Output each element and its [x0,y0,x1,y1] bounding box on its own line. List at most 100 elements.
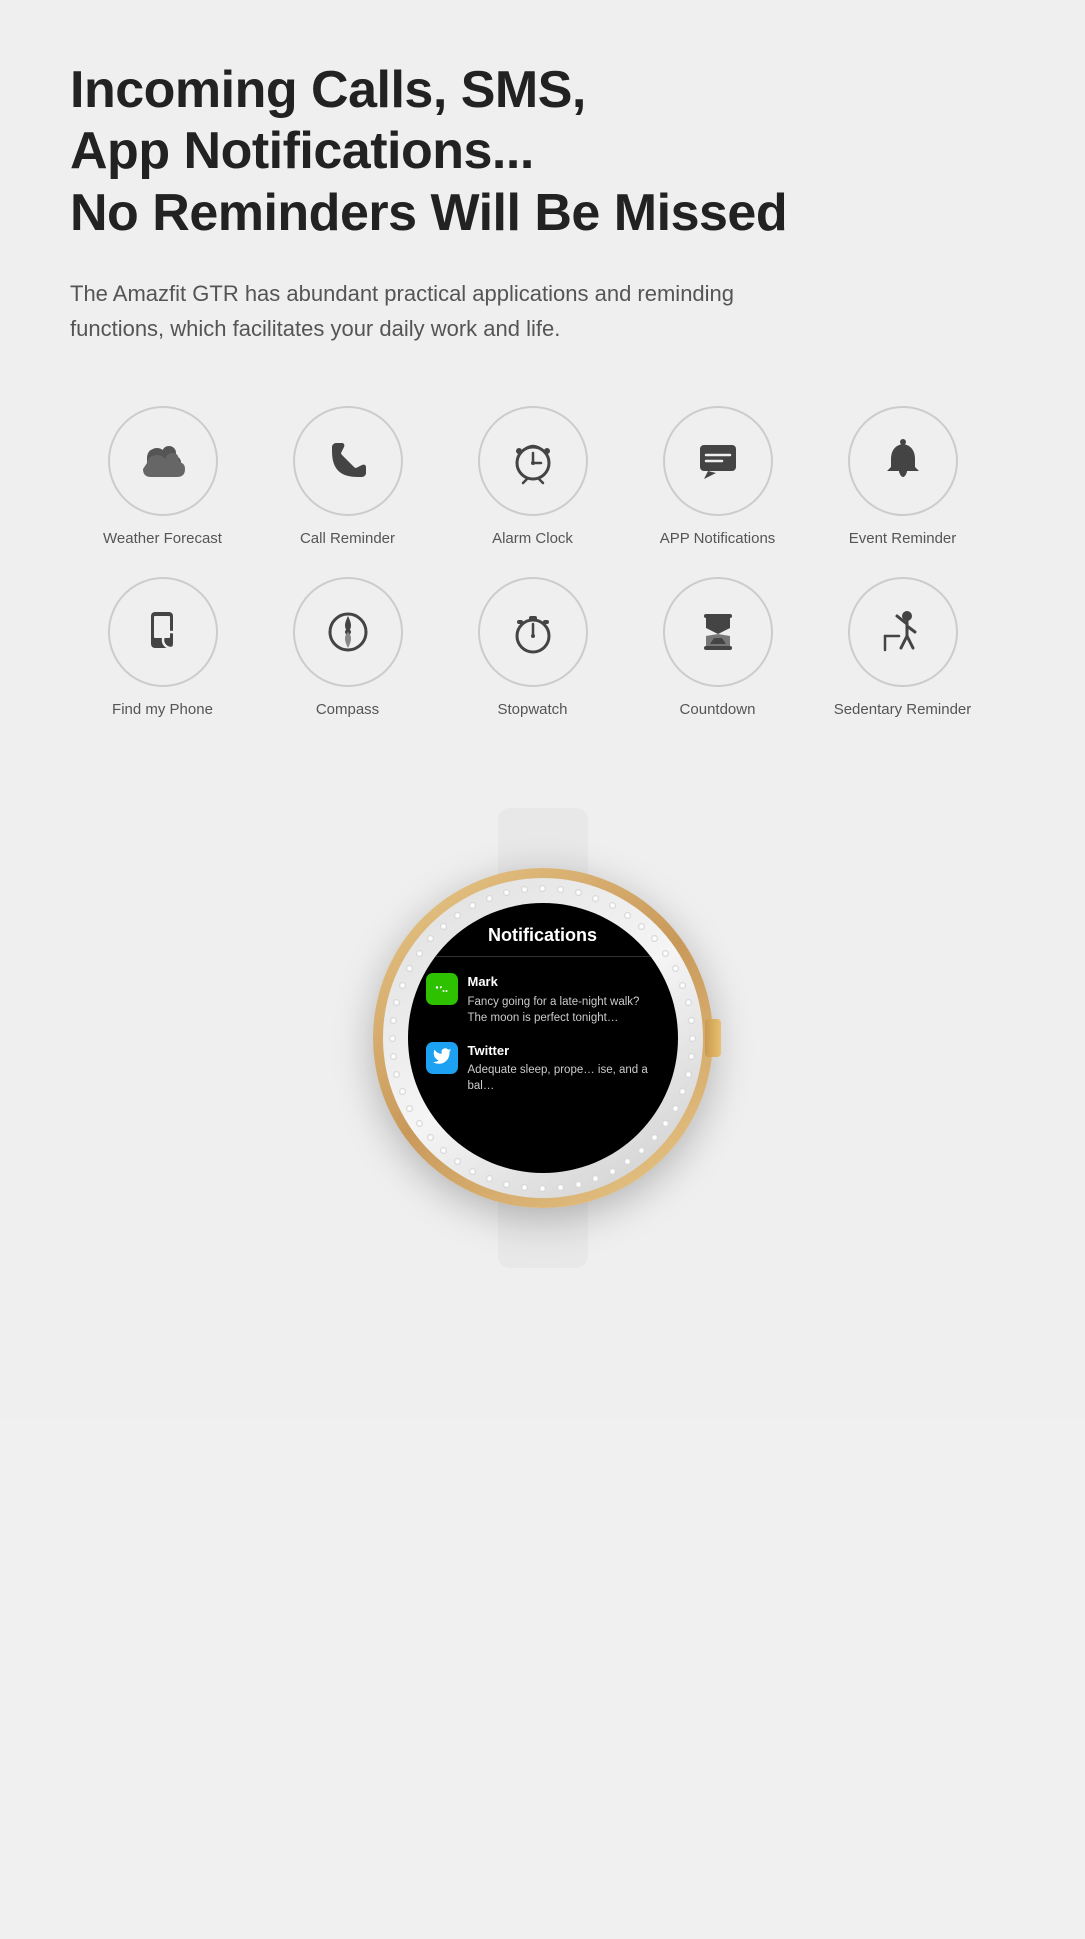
feature-grid: Weather Forecast Call Reminder [70,406,1015,748]
bezel-diamond-dot [688,1053,695,1060]
bezel-diamond-dot [406,1105,413,1112]
bezel-diamond-dot [469,902,476,909]
alarm-clock-circle [478,406,588,516]
bezel-diamond-dot [651,935,658,942]
bezel-diamond-dot [651,1134,658,1141]
feature-find-my-phone: Find my Phone [70,577,255,718]
headline-line2: App Notifications... [70,122,534,180]
bezel-diamond-dot [662,950,669,957]
bezel-diamond-dot [539,885,546,892]
bezel-diamond-dot [427,1134,434,1141]
notification-icon [692,435,744,487]
feature-stopwatch: Stopwatch [440,577,625,718]
bezel-diamond-dot [469,1168,476,1175]
bezel-diamond-dot [685,999,692,1006]
bezel-diamond-dot [624,912,631,919]
feature-app-notifications: APP Notifications [625,406,810,547]
bezel-diamond-dot [679,1088,686,1095]
bezel-diamond-dot [390,1017,397,1024]
bezel-diamond-dot [416,1120,423,1127]
wechat-app-icon [426,973,458,1005]
alarm-icon [507,435,559,487]
sedentary-reminder-label: Sedentary Reminder [834,701,972,718]
event-icon [877,435,929,487]
notification-sender-2: Twitter [468,1042,660,1060]
page: Incoming Calls, SMS, App Notifications..… [0,0,1085,1418]
bezel-diamond-dot [638,923,645,930]
notification-item-2: Twitter Adequate sleep, prope… ise, and … [408,1034,678,1102]
watch-section: Notifications [70,808,1015,1338]
bezel-diamond-dot [393,999,400,1006]
weather-forecast-label: Weather Forecast [103,530,222,547]
bezel-diamond-dot [521,1184,528,1191]
twitter-app-icon [426,1042,458,1074]
headline-line1: Incoming Calls, SMS, [70,61,586,119]
bezel-diamond-dot [393,1071,400,1078]
icon-row-1: Weather Forecast Call Reminder [70,406,1015,547]
headline: Incoming Calls, SMS, App Notifications..… [70,60,1015,244]
watch-bezel: Notifications [383,878,703,1198]
bezel-diamond-dot [399,1088,406,1095]
weather-forecast-circle [108,406,218,516]
sedentary-icon [877,606,929,658]
bezel-diamond-dot [624,1158,631,1165]
notification-message-2: Adequate sleep, prope… ise, and a bal… [468,1062,660,1094]
bezel-diamond-dot [486,1175,493,1182]
bezel-diamond-dot [389,1035,396,1042]
find-my-phone-label: Find my Phone [112,701,213,718]
bezel-diamond-dot [503,1181,510,1188]
event-reminder-label: Event Reminder [849,530,957,547]
feature-compass: Compass [255,577,440,718]
bezel-diamond-dot [406,965,413,972]
icon-row-2: Find my Phone Compass [70,577,1015,718]
bezel-diamond-dot [685,1071,692,1078]
bezel-diamond-dot [662,1120,669,1127]
compass-label: Compass [316,701,379,718]
bezel-diamond-dot [557,886,564,893]
twitter-icon-svg [432,1048,452,1068]
bezel-diamond-dot [638,1147,645,1154]
bezel-diamond-dot [539,1185,546,1192]
call-reminder-label: Call Reminder [300,530,395,547]
bezel-diamond-dot [427,935,434,942]
call-icon [322,435,374,487]
stopwatch-label: Stopwatch [497,701,567,718]
compass-icon [322,606,374,658]
notification-item-1: Mark Fancy going for a late-night walk? … [408,965,678,1033]
watch-case: Notifications [373,868,713,1208]
bezel-diamond-dot [454,912,461,919]
notification-message-1: Fancy going for a late-night walk? The m… [468,994,660,1026]
bezel-diamond-dot [672,1105,679,1112]
notification-content-2: Twitter Adequate sleep, prope… ise, and … [468,1042,660,1094]
feature-countdown: Countdown [625,577,810,718]
bezel-diamond-dot [575,889,582,896]
stopwatch-icon [507,606,559,658]
call-reminder-circle [293,406,403,516]
bezel-diamond-dot [390,1053,397,1060]
watch-device: Notifications [333,808,753,1338]
app-notifications-circle [663,406,773,516]
bezel-diamond-dot [688,1017,695,1024]
countdown-circle [663,577,773,687]
bezel-diamond-dot [609,902,616,909]
bezel-diamond-dot [609,1168,616,1175]
bezel-diamond-dot [592,895,599,902]
bezel-diamond-dot [672,965,679,972]
watch-screen: Notifications [408,903,678,1173]
alarm-clock-label: Alarm Clock [492,530,573,547]
feature-weather-forecast: Weather Forecast [70,406,255,547]
findphone-icon [137,606,189,658]
subtitle-text: The Amazfit GTR has abundant practical a… [70,276,750,346]
stopwatch-circle [478,577,588,687]
countdown-label: Countdown [680,701,756,718]
sedentary-reminder-circle [848,577,958,687]
bezel-diamond-dot [440,923,447,930]
feature-call-reminder: Call Reminder [255,406,440,547]
feature-alarm-clock: Alarm Clock [440,406,625,547]
feature-sedentary-reminder: Sedentary Reminder [810,577,995,718]
bezel-diamond-dot [521,886,528,893]
event-reminder-circle [848,406,958,516]
bezel-diamond-dot [689,1035,696,1042]
bezel-diamond-dot [486,895,493,902]
bezel-diamond-dot [399,982,406,989]
